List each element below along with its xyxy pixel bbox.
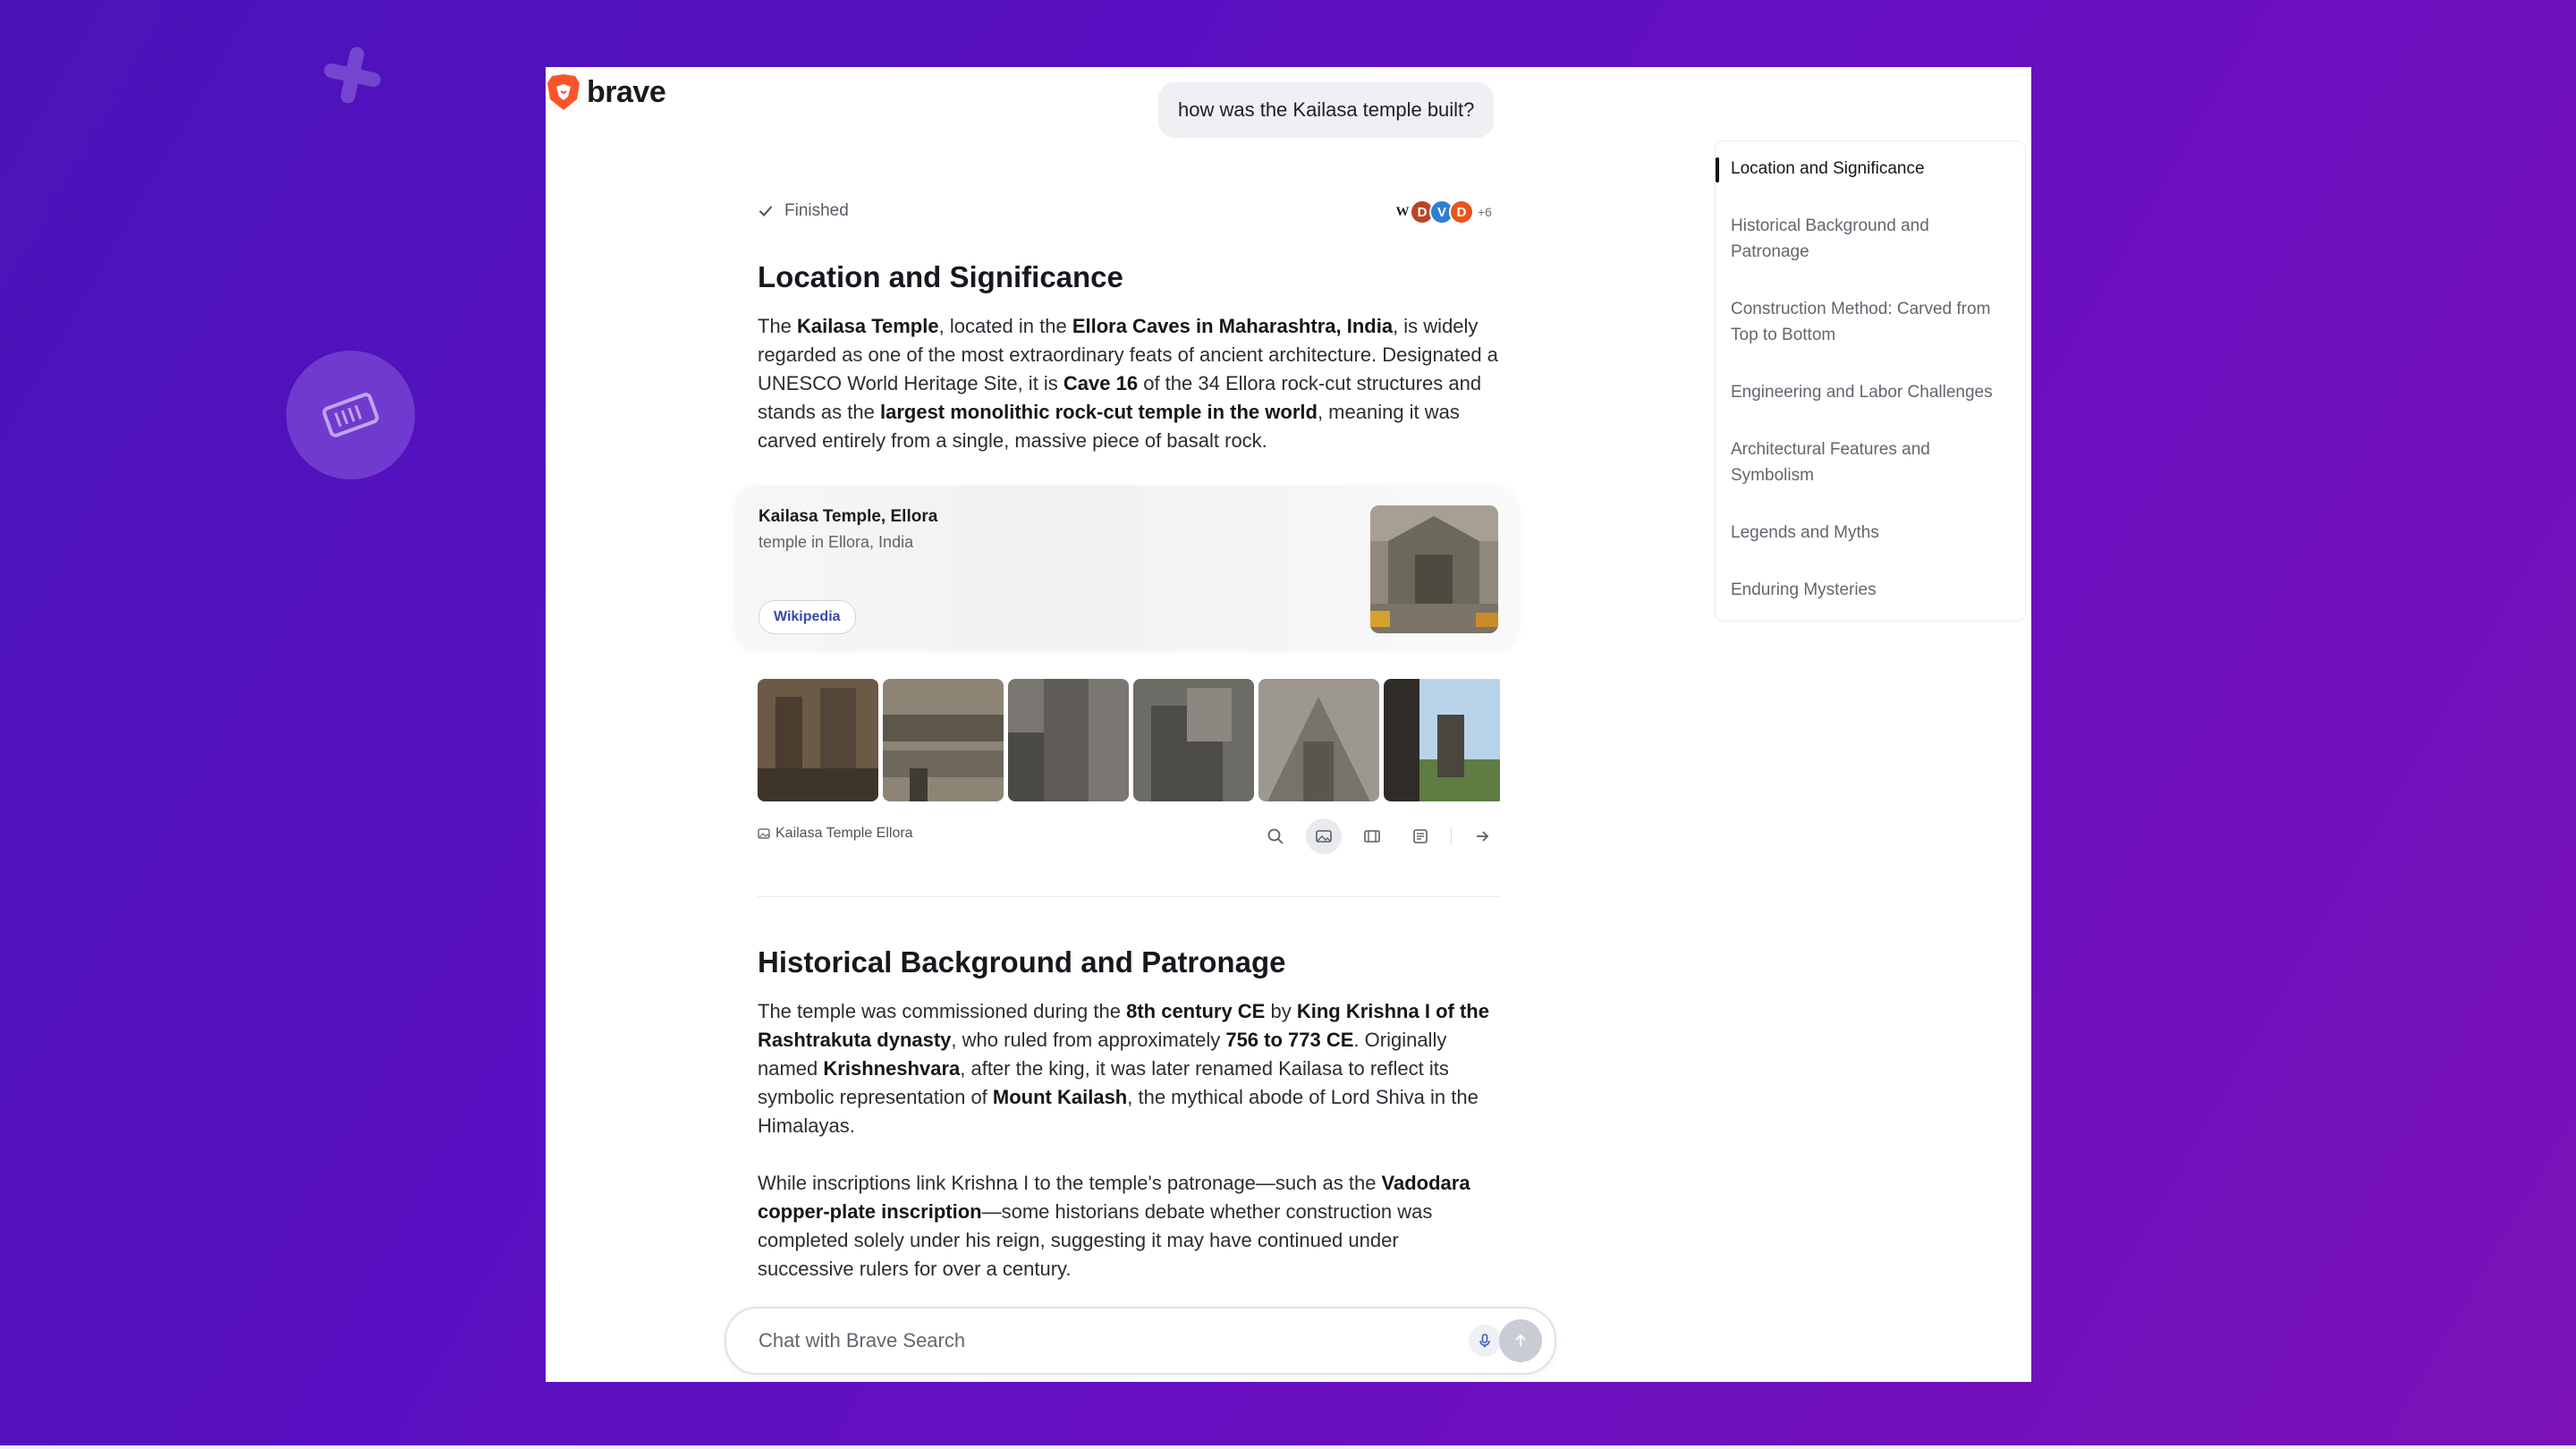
image-thumbnail[interactable] xyxy=(758,679,878,801)
toc-item[interactable]: Location and Significance xyxy=(1716,150,2025,187)
brave-logo-text: brave xyxy=(587,74,666,109)
chat-input[interactable] xyxy=(757,1328,1440,1353)
news-tool-button[interactable] xyxy=(1402,818,1438,854)
user-query-bubble: how was the Kailasa temple built? xyxy=(1158,82,1495,138)
image-strip xyxy=(758,679,1500,801)
chat-input-bar[interactable] xyxy=(724,1307,1556,1375)
source-icon-e: D xyxy=(1449,199,1474,225)
more-results-button[interactable] xyxy=(1464,818,1500,854)
paragraph-history-1: The temple was commissioned during the 8… xyxy=(758,1000,1489,1137)
knowledge-card-subtitle: temple in Ellora, India xyxy=(758,533,914,551)
ticket-icon xyxy=(322,393,379,437)
toc-item[interactable]: Construction Method: Carved from Top to … xyxy=(1716,291,2025,353)
knowledge-card-image[interactable] xyxy=(1370,505,1498,633)
toc-item[interactable]: Enduring Mysteries xyxy=(1716,572,2025,608)
table-of-contents: Location and Significance Historical Back… xyxy=(1715,140,2026,622)
media-tools xyxy=(1258,818,1500,854)
background-plus-icon xyxy=(320,43,385,107)
image-icon xyxy=(758,828,770,839)
image-strip-label-text: Kailasa Temple Ellora xyxy=(775,826,913,841)
image-icon xyxy=(1316,830,1332,843)
image-thumbnail[interactable] xyxy=(883,679,1004,801)
image-thumbnail[interactable] xyxy=(1258,679,1379,801)
browser-window: brave how was the Kailasa temple built? … xyxy=(546,67,2031,1382)
toc-item[interactable]: Engineering and Labor Challenges xyxy=(1716,374,2025,411)
knowledge-card-title: Kailasa Temple, Ellora xyxy=(758,507,938,526)
news-icon xyxy=(1413,829,1428,843)
knowledge-card[interactable]: Kailasa Temple, Ellora temple in Ellora,… xyxy=(735,486,1517,648)
send-button[interactable] xyxy=(1499,1319,1542,1362)
film-icon xyxy=(1364,830,1380,843)
search-icon xyxy=(1267,828,1284,844)
image-thumbnail[interactable] xyxy=(1133,679,1254,801)
brave-logo[interactable]: brave xyxy=(546,72,666,112)
section-heading-location: Location and Significance xyxy=(758,260,1123,293)
search-tool-button[interactable] xyxy=(1258,818,1293,854)
wikipedia-button[interactable]: Wikipedia xyxy=(758,600,856,634)
image-thumbnail[interactable] xyxy=(1008,679,1129,801)
check-icon xyxy=(759,206,772,216)
section-heading-history: Historical Background and Patronage xyxy=(758,945,1286,979)
toc-item[interactable]: Historical Background and Patronage xyxy=(1716,208,2025,270)
image-strip-toolbar: Kailasa Temple Ellora xyxy=(758,818,1500,854)
status-label: Finished xyxy=(784,201,849,220)
source-favicons[interactable]: W D V D +6 xyxy=(1390,199,1492,225)
microphone-icon xyxy=(1479,1334,1490,1348)
sources-more-count: +6 xyxy=(1478,205,1492,219)
image-thumbnail[interactable] xyxy=(1384,679,1500,801)
section-divider xyxy=(758,896,1500,897)
paragraph-location: The Kailasa Temple, located in the Ellor… xyxy=(758,315,1498,452)
bottom-edge xyxy=(0,1445,2576,1449)
videos-tool-button[interactable] xyxy=(1354,818,1390,854)
arrow-right-icon xyxy=(1477,831,1489,842)
toc-item[interactable]: Legends and Myths xyxy=(1716,514,2025,551)
images-tool-button[interactable] xyxy=(1306,818,1342,854)
toc-item[interactable]: Architectural Features and Symbolism xyxy=(1716,431,2025,494)
microphone-button[interactable] xyxy=(1469,1325,1501,1357)
brave-lion-icon xyxy=(547,74,580,110)
answer-status: Finished xyxy=(758,201,849,221)
background-ticket-badge xyxy=(286,351,415,479)
image-strip-label: Kailasa Temple Ellora xyxy=(758,826,913,842)
paragraph-history-2: While inscriptions link Krishna I to the… xyxy=(758,1172,1470,1280)
arrow-up-icon xyxy=(1515,1334,1526,1346)
toolbar-separator xyxy=(1451,827,1452,845)
